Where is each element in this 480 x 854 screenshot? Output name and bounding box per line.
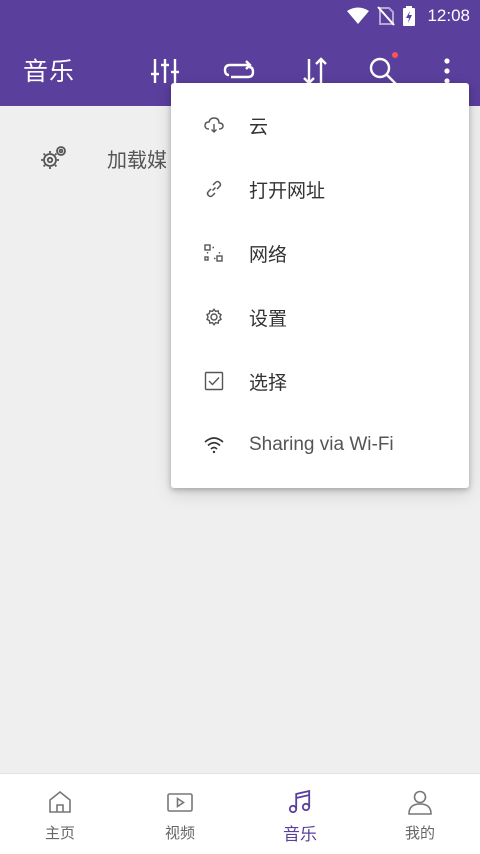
nav-music[interactable]: 音乐 bbox=[240, 774, 360, 854]
music-icon bbox=[288, 789, 311, 814]
menu-item-label: 云 bbox=[249, 115, 269, 138]
nav-home[interactable]: 主页 bbox=[0, 774, 120, 854]
nav-video[interactable]: 视频 bbox=[120, 774, 240, 854]
nav-label: 主页 bbox=[44, 824, 75, 842]
status-bar: 12:08 bbox=[0, 0, 480, 34]
equalizer-icon bbox=[151, 59, 179, 83]
menu-item-wifi-sharing[interactable]: Sharing via Wi-Fi bbox=[171, 413, 469, 477]
menu-item-label: 选择 bbox=[249, 371, 288, 394]
bottom-navigation: 主页 视频 音乐 我的 bbox=[0, 773, 480, 854]
checkbox-icon bbox=[204, 371, 224, 391]
menu-item-label: 设置 bbox=[249, 307, 288, 330]
no-sim-icon bbox=[377, 6, 396, 26]
menu-item-settings[interactable]: 设置 bbox=[171, 285, 469, 349]
status-icons: 12:08 bbox=[347, 6, 470, 26]
status-time: 12:08 bbox=[427, 6, 470, 25]
repeat-icon bbox=[223, 60, 255, 79]
cloud-download-icon bbox=[204, 117, 224, 133]
wifi-icon bbox=[204, 437, 224, 454]
menu-item-network[interactable]: 网络 bbox=[171, 221, 469, 285]
menu-item-select[interactable]: 选择 bbox=[171, 349, 469, 413]
video-icon bbox=[167, 793, 193, 812]
menu-item-label: 打开网址 bbox=[249, 179, 326, 202]
overflow-menu: 云 打开网址 网络 设置 选择 Sharing via Wi-Fi bbox=[171, 83, 469, 488]
menu-item-label: 网络 bbox=[249, 243, 288, 266]
wifi-signal-icon bbox=[347, 7, 370, 24]
search-icon bbox=[369, 57, 397, 85]
gear-icon bbox=[206, 308, 222, 326]
menu-item-cloud[interactable]: 云 bbox=[171, 93, 469, 157]
network-icon bbox=[204, 244, 223, 262]
menu-item-open-url[interactable]: 打开网址 bbox=[171, 157, 469, 221]
gears-icon bbox=[41, 146, 66, 169]
nav-label: 视频 bbox=[164, 824, 195, 842]
notification-dot bbox=[392, 52, 398, 58]
nav-mine[interactable]: 我的 bbox=[360, 774, 480, 854]
nav-label: 我的 bbox=[404, 824, 435, 842]
menu-item-label: Sharing via Wi-Fi bbox=[249, 434, 394, 455]
more-vert-icon bbox=[444, 58, 450, 84]
link-icon bbox=[206, 180, 222, 198]
battery-charging-icon bbox=[403, 6, 416, 26]
page-title: 音乐 bbox=[23, 57, 76, 86]
home-icon bbox=[49, 790, 71, 813]
load-media-label: 加载媒 bbox=[107, 148, 167, 172]
nav-label: 音乐 bbox=[283, 825, 317, 845]
person-icon bbox=[408, 790, 432, 815]
